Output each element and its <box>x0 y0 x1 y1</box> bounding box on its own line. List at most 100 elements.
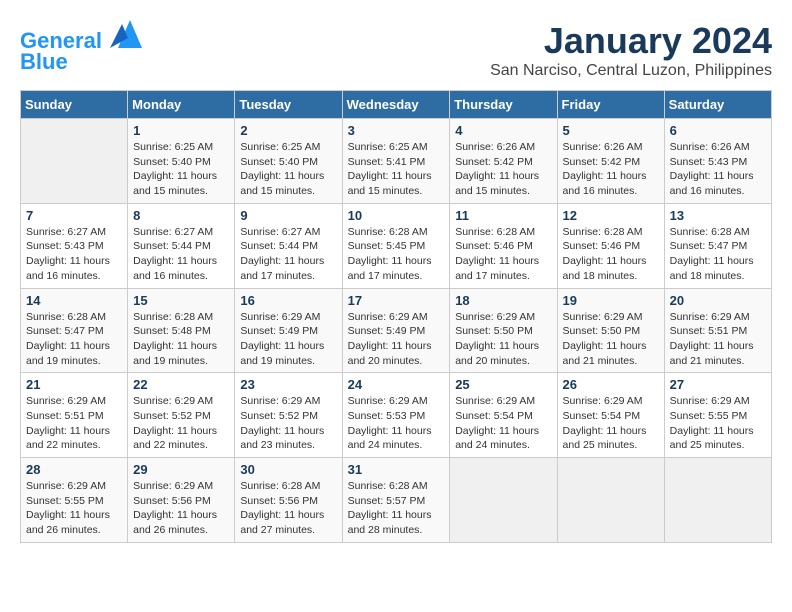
calendar-cell: 4 Sunrise: 6:26 AMSunset: 5:42 PMDaylight… <box>450 119 557 204</box>
day-info: Sunrise: 6:27 AMSunset: 5:44 PMDaylight:… <box>133 225 229 284</box>
calendar-cell: 12 Sunrise: 6:28 AMSunset: 5:46 PMDayligh… <box>557 203 664 288</box>
day-info: Sunrise: 6:26 AMSunset: 5:42 PMDaylight:… <box>563 140 659 199</box>
calendar-cell: 11 Sunrise: 6:28 AMSunset: 5:46 PMDayligh… <box>450 203 557 288</box>
day-info: Sunrise: 6:26 AMSunset: 5:43 PMDaylight:… <box>670 140 766 199</box>
calendar-cell: 31 Sunrise: 6:28 AMSunset: 5:57 PMDayligh… <box>342 458 450 543</box>
day-info: Sunrise: 6:28 AMSunset: 5:47 PMDaylight:… <box>670 225 766 284</box>
day-number: 19 <box>563 293 659 308</box>
day-number: 20 <box>670 293 766 308</box>
day-number: 12 <box>563 208 659 223</box>
day-number: 24 <box>348 377 445 392</box>
day-number: 18 <box>455 293 551 308</box>
day-number: 10 <box>348 208 445 223</box>
day-info: Sunrise: 6:29 AMSunset: 5:51 PMDaylight:… <box>26 394 122 453</box>
calendar-cell <box>664 458 771 543</box>
calendar-cell: 28Sunrise: 6:29 AMSunset: 5:55 PMDayligh… <box>21 458 128 543</box>
calendar-cell: 17 Sunrise: 6:29 AMSunset: 5:49 PMDayligh… <box>342 288 450 373</box>
calendar-cell: 2 Sunrise: 6:25 AMSunset: 5:40 PMDaylight… <box>235 119 342 204</box>
day-number: 21 <box>26 377 122 392</box>
calendar-cell: 18 Sunrise: 6:29 AMSunset: 5:50 PMDayligh… <box>450 288 557 373</box>
day-number: 2 <box>240 123 336 138</box>
calendar-cell: 14Sunrise: 6:28 AMSunset: 5:47 PMDayligh… <box>21 288 128 373</box>
calendar-table: SundayMondayTuesdayWednesdayThursdayFrid… <box>20 90 772 543</box>
calendar-title: January 2024 <box>490 20 772 62</box>
column-header-tuesday: Tuesday <box>235 91 342 119</box>
calendar-subtitle: San Narciso, Central Luzon, Philippines <box>490 62 772 80</box>
calendar-cell: 19Sunrise: 6:29 AMSunset: 5:50 PMDayligh… <box>557 288 664 373</box>
logo: General Blue <box>20 20 142 75</box>
calendar-cell: 10 Sunrise: 6:28 AMSunset: 5:45 PMDayligh… <box>342 203 450 288</box>
calendar-cell: 20Sunrise: 6:29 AMSunset: 5:51 PMDayligh… <box>664 288 771 373</box>
day-info: Sunrise: 6:29 AMSunset: 5:49 PMDaylight:… <box>240 310 336 369</box>
day-number: 23 <box>240 377 336 392</box>
day-number: 31 <box>348 462 445 477</box>
column-header-sunday: Sunday <box>21 91 128 119</box>
calendar-cell <box>450 458 557 543</box>
day-info: Sunrise: 6:28 AMSunset: 5:46 PMDaylight:… <box>455 225 551 284</box>
day-number: 8 <box>133 208 229 223</box>
day-info: Sunrise: 6:29 AMSunset: 5:55 PMDaylight:… <box>26 479 122 538</box>
calendar-cell: 23 Sunrise: 6:29 AMSunset: 5:52 PMDayligh… <box>235 373 342 458</box>
day-number: 25 <box>455 377 551 392</box>
calendar-cell: 8 Sunrise: 6:27 AMSunset: 5:44 PMDaylight… <box>128 203 235 288</box>
day-info: Sunrise: 6:25 AMSunset: 5:40 PMDaylight:… <box>133 140 229 199</box>
day-number: 22 <box>133 377 229 392</box>
calendar-cell: 24 Sunrise: 6:29 AMSunset: 5:53 PMDayligh… <box>342 373 450 458</box>
day-info: Sunrise: 6:29 AMSunset: 5:50 PMDaylight:… <box>455 310 551 369</box>
day-number: 4 <box>455 123 551 138</box>
column-header-thursday: Thursday <box>450 91 557 119</box>
day-info: Sunrise: 6:29 AMSunset: 5:53 PMDaylight:… <box>348 394 445 453</box>
calendar-cell: 5 Sunrise: 6:26 AMSunset: 5:42 PMDaylight… <box>557 119 664 204</box>
calendar-header-row: SundayMondayTuesdayWednesdayThursdayFrid… <box>21 91 772 119</box>
day-number: 6 <box>670 123 766 138</box>
day-number: 29 <box>133 462 229 477</box>
day-number: 27 <box>670 377 766 392</box>
column-header-monday: Monday <box>128 91 235 119</box>
day-info: Sunrise: 6:27 AMSunset: 5:43 PMDaylight:… <box>26 225 122 284</box>
calendar-cell: 16 Sunrise: 6:29 AMSunset: 5:49 PMDayligh… <box>235 288 342 373</box>
day-number: 14 <box>26 293 122 308</box>
day-number: 3 <box>348 123 445 138</box>
calendar-cell: 27 Sunrise: 6:29 AMSunset: 5:55 PMDayligh… <box>664 373 771 458</box>
day-info: Sunrise: 6:25 AMSunset: 5:41 PMDaylight:… <box>348 140 445 199</box>
day-info: Sunrise: 6:28 AMSunset: 5:48 PMDaylight:… <box>133 310 229 369</box>
day-info: Sunrise: 6:29 AMSunset: 5:56 PMDaylight:… <box>133 479 229 538</box>
calendar-cell: 25 Sunrise: 6:29 AMSunset: 5:54 PMDayligh… <box>450 373 557 458</box>
calendar-row-1: 1 Sunrise: 6:25 AMSunset: 5:40 PMDaylight… <box>21 119 772 204</box>
day-info: Sunrise: 6:29 AMSunset: 5:54 PMDaylight:… <box>563 394 659 453</box>
day-info: Sunrise: 6:28 AMSunset: 5:57 PMDaylight:… <box>348 479 445 538</box>
day-info: Sunrise: 6:29 AMSunset: 5:55 PMDaylight:… <box>670 394 766 453</box>
day-info: Sunrise: 6:29 AMSunset: 5:52 PMDaylight:… <box>240 394 336 453</box>
title-section: January 2024 San Narciso, Central Luzon,… <box>490 20 772 80</box>
day-number: 26 <box>563 377 659 392</box>
calendar-cell: 15 Sunrise: 6:28 AMSunset: 5:48 PMDayligh… <box>128 288 235 373</box>
calendar-cell: 13Sunrise: 6:28 AMSunset: 5:47 PMDayligh… <box>664 203 771 288</box>
calendar-cell <box>557 458 664 543</box>
day-number: 7 <box>26 208 122 223</box>
day-info: Sunrise: 6:29 AMSunset: 5:52 PMDaylight:… <box>133 394 229 453</box>
column-header-saturday: Saturday <box>664 91 771 119</box>
logo-icon <box>110 20 142 48</box>
day-info: Sunrise: 6:29 AMSunset: 5:54 PMDaylight:… <box>455 394 551 453</box>
day-info: Sunrise: 6:28 AMSunset: 5:46 PMDaylight:… <box>563 225 659 284</box>
day-info: Sunrise: 6:25 AMSunset: 5:40 PMDaylight:… <box>240 140 336 199</box>
calendar-cell: 21 Sunrise: 6:29 AMSunset: 5:51 PMDayligh… <box>21 373 128 458</box>
calendar-cell: 30Sunrise: 6:28 AMSunset: 5:56 PMDayligh… <box>235 458 342 543</box>
day-number: 9 <box>240 208 336 223</box>
calendar-row-4: 21 Sunrise: 6:29 AMSunset: 5:51 PMDayligh… <box>21 373 772 458</box>
day-info: Sunrise: 6:29 AMSunset: 5:49 PMDaylight:… <box>348 310 445 369</box>
day-number: 17 <box>348 293 445 308</box>
day-info: Sunrise: 6:26 AMSunset: 5:42 PMDaylight:… <box>455 140 551 199</box>
day-number: 11 <box>455 208 551 223</box>
column-header-friday: Friday <box>557 91 664 119</box>
day-info: Sunrise: 6:28 AMSunset: 5:45 PMDaylight:… <box>348 225 445 284</box>
day-number: 15 <box>133 293 229 308</box>
day-number: 1 <box>133 123 229 138</box>
day-number: 16 <box>240 293 336 308</box>
calendar-row-5: 28Sunrise: 6:29 AMSunset: 5:55 PMDayligh… <box>21 458 772 543</box>
calendar-cell: 29 Sunrise: 6:29 AMSunset: 5:56 PMDayligh… <box>128 458 235 543</box>
calendar-row-3: 14Sunrise: 6:28 AMSunset: 5:47 PMDayligh… <box>21 288 772 373</box>
calendar-cell: 3 Sunrise: 6:25 AMSunset: 5:41 PMDaylight… <box>342 119 450 204</box>
day-number: 5 <box>563 123 659 138</box>
day-number: 30 <box>240 462 336 477</box>
